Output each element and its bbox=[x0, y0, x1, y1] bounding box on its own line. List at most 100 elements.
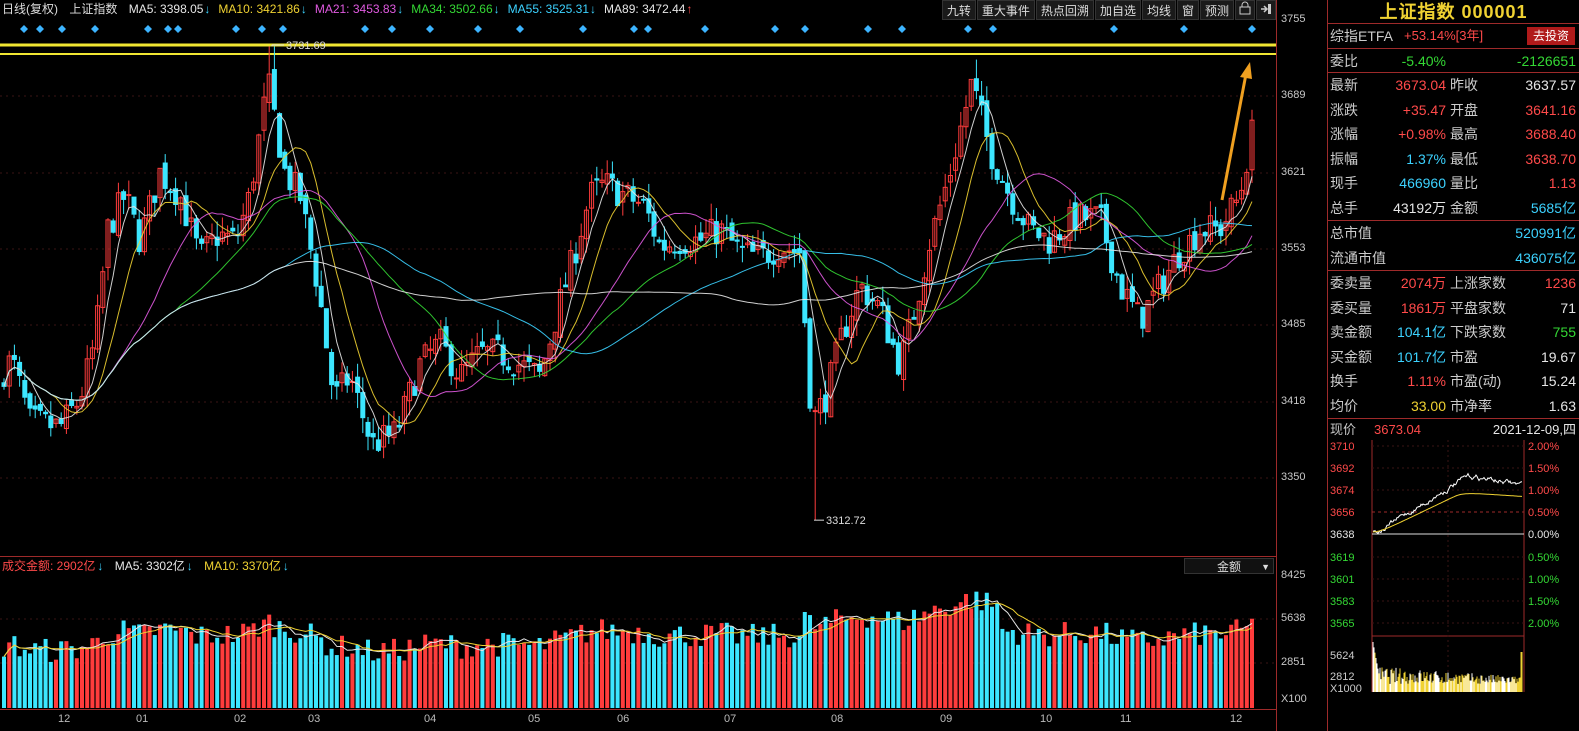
up-arrow-icon: ↑ bbox=[686, 2, 693, 16]
toolbar-add-watchlist-button[interactable]: 加自选 bbox=[1094, 0, 1141, 20]
month-tick: 09 bbox=[940, 713, 953, 725]
stat-label: 买金额 bbox=[1330, 348, 1372, 365]
index-title[interactable]: 上证指数 000001 bbox=[1328, 0, 1579, 24]
volume-bar bbox=[7, 642, 12, 708]
volume-bar bbox=[1192, 622, 1197, 708]
volume-bar bbox=[475, 645, 480, 708]
volume-bar bbox=[464, 645, 469, 708]
month-tick: 02 bbox=[234, 713, 247, 725]
volume-type-dropdown[interactable]: 金额 ▼ bbox=[1184, 558, 1274, 574]
intraday-chart-panel[interactable]: 3710 3692 3674 3656 3638 3619 3601 3583 3565 5624… bbox=[1328, 440, 1579, 692]
volume-bar bbox=[1073, 636, 1078, 708]
candle-body bbox=[1020, 218, 1026, 226]
ma-legend-item[interactable]: MA21: 3453.83 bbox=[315, 2, 396, 16]
volume-legend: 成交金额: 2902亿 ↓ MA5: 3302亿 ↓ MA10: 3370亿 ↓ bbox=[0, 556, 1276, 574]
volume-bar bbox=[1120, 629, 1124, 708]
toolbar-hotspot-button[interactable]: 热点回溯 bbox=[1035, 0, 1094, 20]
market-cap-label: 总市值 bbox=[1330, 225, 1372, 241]
intraday-chart[interactable]: 3710 3692 3674 3656 3638 3619 3601 3583 3565 5624… bbox=[1328, 440, 1579, 692]
ma-legend-item[interactable]: MA34: 3502.66 bbox=[411, 2, 492, 16]
volume-bar bbox=[126, 628, 131, 708]
candle-body bbox=[323, 308, 329, 349]
ma-legend-item[interactable]: MA89: 3472.44 bbox=[604, 2, 685, 16]
volume-bar bbox=[1172, 633, 1176, 708]
candle-body bbox=[1192, 231, 1198, 251]
volume-bar bbox=[1130, 629, 1135, 708]
volume-bar bbox=[854, 619, 859, 708]
chart-toolbar: 九转 重大事件 热点回溯 加自选 均线 窗 预测 bbox=[941, 0, 1276, 20]
volume-bar bbox=[454, 639, 459, 708]
volume-bar bbox=[927, 613, 932, 708]
quote-value: 3641.16 bbox=[1525, 101, 1576, 118]
toolbar-major-events-button[interactable]: 重大事件 bbox=[976, 0, 1035, 20]
quote-value: 3673.04 bbox=[1395, 77, 1446, 93]
quote-row: 涨跌 +35.47 开盘 3641.16 bbox=[1328, 98, 1579, 123]
volume-bar bbox=[178, 627, 183, 708]
volume-bar bbox=[215, 637, 220, 708]
candle-body bbox=[152, 195, 158, 203]
intraday-right-tick: 2.00% bbox=[1528, 441, 1559, 453]
volume-bar bbox=[1151, 645, 1156, 708]
quote-value: 3688.40 bbox=[1525, 126, 1576, 142]
volume-bar bbox=[667, 633, 672, 708]
volume-bar bbox=[906, 625, 911, 708]
ma-legend-item[interactable]: MA55: 3525.31 bbox=[508, 2, 589, 16]
toolbar-ma-button[interactable]: 均线 bbox=[1141, 0, 1176, 20]
toolbar-jiuzhuan-button[interactable]: 九转 bbox=[941, 0, 976, 20]
volume-bar bbox=[984, 592, 989, 708]
volume-bar bbox=[943, 611, 948, 708]
chart-type-label[interactable]: 日线(复权) bbox=[2, 2, 58, 16]
volume-bar bbox=[1088, 634, 1093, 708]
low-annotation: 3312.72 bbox=[826, 515, 866, 527]
volume-bar bbox=[490, 644, 495, 708]
intraday-price-label: 现价 bbox=[1330, 422, 1357, 437]
volume-bar bbox=[158, 624, 162, 708]
price-tick: 3755 bbox=[1281, 13, 1306, 25]
candle-body bbox=[230, 227, 236, 232]
volume-bar bbox=[225, 625, 230, 708]
quote-label: 最高 bbox=[1450, 126, 1478, 142]
candle-body bbox=[812, 410, 818, 413]
toolbar-window-button[interactable]: 窗 bbox=[1176, 0, 1199, 20]
candle-body bbox=[807, 318, 813, 409]
month-tick: 01 bbox=[136, 713, 149, 725]
month-tick: 07 bbox=[724, 713, 737, 725]
candle-body bbox=[386, 425, 392, 436]
volume-bar bbox=[792, 642, 797, 708]
lock-icon[interactable] bbox=[1235, 0, 1255, 20]
month-tick: 03 bbox=[308, 713, 321, 725]
volume-bar bbox=[600, 619, 604, 708]
volume-bar bbox=[641, 642, 646, 708]
month-tick: 11 bbox=[1120, 713, 1132, 725]
candle-body bbox=[511, 374, 517, 377]
event-marker-icon bbox=[801, 25, 809, 33]
volume-bar bbox=[345, 656, 350, 708]
price-tick: 3418 bbox=[1281, 395, 1306, 407]
exit-icon[interactable] bbox=[1256, 0, 1276, 20]
kline-chart[interactable]: 3731.69 3312.72 bbox=[0, 0, 1276, 731]
volume-bar bbox=[69, 646, 74, 708]
ma-legend-item[interactable]: MA10: 3421.86 bbox=[218, 2, 299, 16]
kline-chart-panel[interactable]: 3731.69 3312.72 日线(复权) 上证指数 MA5: 3398.05↓… bbox=[0, 0, 1276, 731]
volume-tick: 2851 bbox=[1281, 656, 1306, 668]
volume-bar bbox=[355, 644, 360, 708]
ma-legend-item[interactable]: MA5: 3398.05 bbox=[129, 2, 204, 16]
volume-bar bbox=[1146, 642, 1150, 708]
candle-body bbox=[1098, 204, 1104, 208]
etf-label[interactable]: 综指ETFA bbox=[1330, 24, 1393, 49]
quote-label: 开盘 bbox=[1450, 101, 1478, 118]
quote-value: 466960 bbox=[1399, 175, 1446, 191]
price-tick: 3621 bbox=[1281, 166, 1306, 178]
month-tick: 05 bbox=[528, 713, 541, 725]
invest-button[interactable]: 去投资 bbox=[1526, 27, 1575, 45]
quote-info-panel: 上证指数 000001 综指ETFA +53.14%[3年] 去投资 委比 -5… bbox=[1327, 0, 1579, 731]
volume-bar bbox=[1208, 629, 1213, 708]
candle-body bbox=[360, 392, 366, 419]
volume-bar bbox=[511, 638, 516, 708]
volume-bar bbox=[865, 627, 870, 708]
candle-body bbox=[27, 393, 33, 409]
toolbar-predict-button[interactable]: 预测 bbox=[1199, 0, 1234, 20]
volume-bar bbox=[522, 643, 526, 708]
weibi-label: 委比 bbox=[1330, 52, 1358, 69]
volume-tick: X100 bbox=[1281, 693, 1307, 705]
